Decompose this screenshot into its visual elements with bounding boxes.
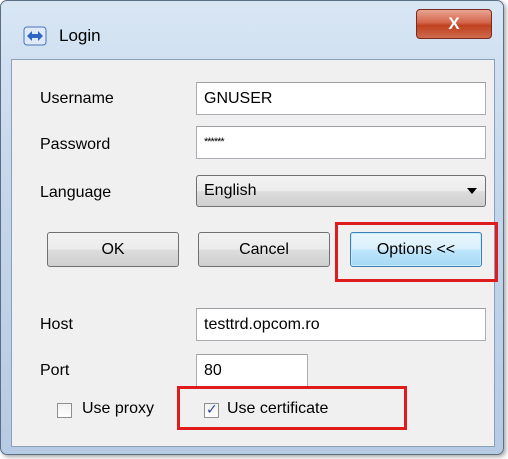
check-icon: ✓ [206, 401, 218, 417]
title-bar[interactable]: Login X [1, 1, 503, 59]
options-button[interactable]: Options << [350, 232, 482, 267]
use-proxy-label[interactable]: Use proxy [82, 400, 154, 418]
host-label: Host [40, 316, 73, 333]
username-field[interactable]: GNUSER [196, 82, 486, 115]
chevron-down-icon[interactable] [467, 188, 477, 194]
use-proxy-checkbox[interactable] [57, 403, 72, 418]
password-field[interactable]: ****** [196, 126, 486, 159]
close-icon: X [448, 14, 460, 33]
use-certificate-checkbox[interactable]: ✓ [204, 401, 219, 418]
close-button[interactable]: X [416, 9, 492, 39]
use-certificate-label[interactable]: Use certificate [227, 400, 328, 418]
language-selected-value: English [204, 182, 257, 199]
window-title: Login [59, 26, 101, 45]
host-field[interactable]: testtrd.opcom.ro [196, 308, 486, 341]
port-field[interactable]: 80 [196, 354, 308, 387]
username-label: Username [40, 90, 114, 107]
login-window: Login X Username GNUSER Password ****** … [0, 0, 504, 455]
login-arrows-icon [23, 26, 47, 46]
cancel-button[interactable]: Cancel [198, 232, 330, 267]
password-label: Password [40, 136, 111, 153]
port-label: Port [40, 362, 70, 379]
language-label: Language [40, 184, 112, 201]
dialog-body: Username GNUSER Password ****** Language… [11, 59, 498, 447]
language-select[interactable]: English [196, 175, 486, 207]
ok-button[interactable]: OK [47, 232, 179, 267]
